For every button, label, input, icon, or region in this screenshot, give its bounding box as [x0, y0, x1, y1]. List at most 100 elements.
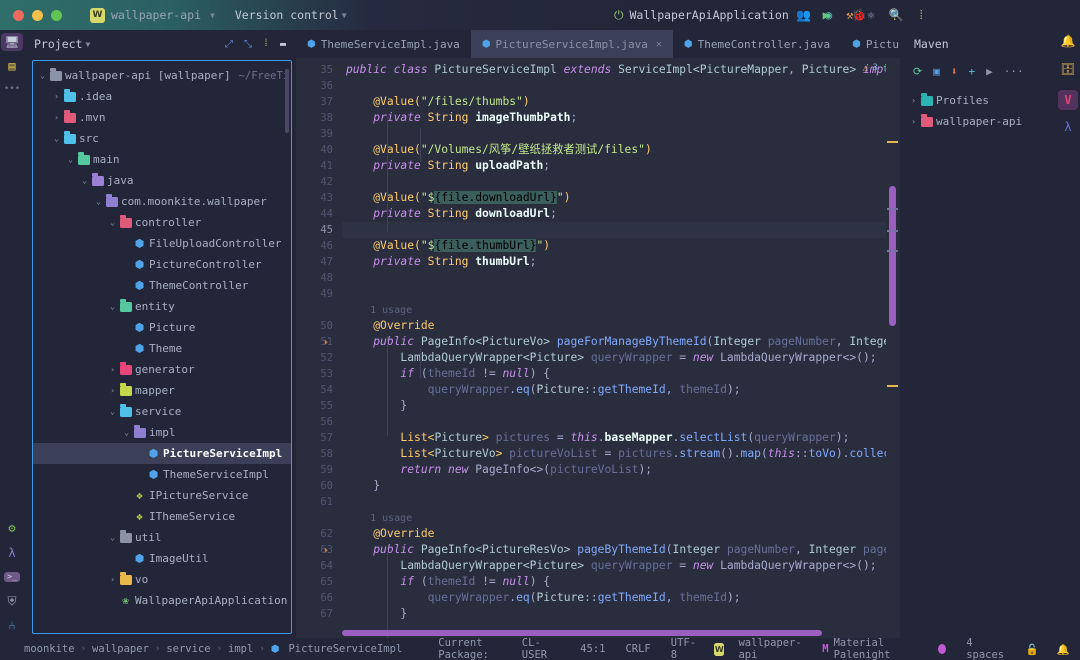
tree-item-impl[interactable]: ⌄ impl — [33, 422, 291, 443]
chevron-right-icon[interactable]: › — [908, 117, 919, 126]
breadcrumb-item[interactable]: impl — [228, 643, 253, 655]
plugins-icon[interactable]: ⚛ — [867, 8, 874, 22]
tree-item-entity[interactable]: ⌄ entity — [33, 296, 291, 317]
reload-icon[interactable]: ⟳ — [913, 65, 922, 78]
more-icon[interactable]: ··· — [1004, 65, 1024, 78]
horizontal-scrollbar[interactable] — [342, 630, 822, 636]
hide-panel-icon[interactable]: ▬ — [280, 39, 286, 50]
maven-tree-item-profiles[interactable]: › Profiles — [900, 90, 1056, 111]
chevron-down-icon[interactable]: ⌄ — [107, 302, 118, 311]
database-icon[interactable]: 🗄 — [1060, 62, 1075, 76]
tree-item-pictureserviceimpl[interactable]: ⬢ PictureServiceImpl — [33, 443, 291, 464]
project-selector[interactable]: W wallpaper-api ▼ — [90, 7, 215, 23]
updates-icon[interactable]: ◉ — [825, 8, 832, 22]
breadcrumb-item[interactable]: moonkite — [24, 643, 75, 655]
code-text-wrapper[interactable]: public class PictureServiceImpl extends … — [342, 58, 900, 638]
run-gutter-icon[interactable]: ⏵ — [324, 543, 328, 559]
notifications-icon[interactable]: 🔔 — [1057, 643, 1070, 656]
run-configuration-selector[interactable]: WallpaperApiApplication — [630, 8, 789, 22]
tree-item-src[interactable]: ⌄ src — [33, 128, 291, 149]
git-branch-icon[interactable]: ⑃ — [8, 620, 15, 632]
tree-item-wallpaper-api-wallpaper[interactable]: ⌄ wallpaper-api [wallpaper] ~/FreeTi — [33, 65, 291, 86]
run-gutter-icon[interactable]: ⏵ — [324, 335, 328, 351]
build-icon[interactable]: ⛨ — [7, 595, 16, 607]
tree-item-generator[interactable]: › generator — [33, 359, 291, 380]
line-separator-selector[interactable]: CRLF — [625, 643, 650, 655]
tree-item-themecontroller[interactable]: ⬢ ThemeController — [33, 275, 291, 296]
run-goal-icon[interactable]: ▶ — [986, 65, 993, 78]
maximize-window-button[interactable] — [51, 9, 62, 21]
chevron-down-icon[interactable]: ⌄ — [51, 134, 62, 143]
maven-tree[interactable]: › Profiles › wallpaper-api — [900, 84, 1056, 132]
scrollbar-thumb[interactable] — [889, 186, 896, 326]
add-icon[interactable]: + — [968, 65, 975, 78]
chevron-down-icon[interactable]: ⌄ — [107, 533, 118, 542]
lambda-icon[interactable]: λ — [1064, 120, 1071, 134]
breadcrumb-item[interactable]: wallpaper — [92, 643, 149, 655]
tree-item-ipictureservice[interactable]: ❖ IPictureService — [33, 485, 291, 506]
breadcrumb-item[interactable]: service — [166, 643, 210, 655]
download-sources-icon[interactable]: ⬇ — [951, 65, 958, 78]
main-menu-icon[interactable]: ⁞ — [918, 8, 925, 23]
warning-marker[interactable] — [887, 385, 898, 387]
tree-item-idea[interactable]: › .idea — [33, 86, 291, 107]
close-tab-icon[interactable]: ✕ — [656, 39, 662, 50]
project-view-icon[interactable]: 🖥 — [1, 33, 23, 51]
add-maven-project-icon[interactable]: ▣ — [933, 65, 940, 78]
tree-item-controller[interactable]: ⌄ controller — [33, 212, 291, 233]
chevron-down-icon[interactable]: ⌄ — [37, 71, 48, 80]
inspection-scrollbar[interactable] — [886, 58, 900, 638]
chevron-down-icon[interactable]: ⌄ — [65, 155, 76, 164]
project-file-tree[interactable]: ⌄ wallpaper-api [wallpaper] ~/FreeTi › .idea… — [32, 60, 292, 634]
breadcrumb[interactable]: moonkite › wallpaper › service › impl › ⬢ Picture… — [0, 643, 402, 655]
tree-item-picture[interactable]: ⬢ Picture — [33, 317, 291, 338]
tree-item-ithemeservice[interactable]: ❖ IThemeService — [33, 506, 291, 527]
settings-icon[interactable]: ⚙ — [8, 522, 15, 534]
editor-tab-pictureserviceimpl[interactable]: ⬢ PictureServiceImpl.java ✕ — [470, 30, 673, 58]
encoding-selector[interactable]: UTF-8 — [671, 637, 696, 660]
more-tool-windows-icon[interactable]: ••• — [4, 85, 20, 94]
chevron-down-icon[interactable]: ⌄ — [93, 197, 104, 206]
notifications-icon[interactable]: 🔔 — [1061, 34, 1076, 48]
breadcrumb-item[interactable]: PictureServiceImpl — [288, 643, 402, 655]
chevron-down-icon[interactable]: ⌄ — [79, 176, 90, 185]
minimize-window-button[interactable] — [32, 9, 43, 21]
maven-tree-item-wallpaper-api[interactable]: › wallpaper-api — [900, 111, 1056, 132]
close-window-button[interactable] — [13, 9, 24, 21]
panel-options-icon[interactable]: ⁞ — [263, 38, 269, 50]
tree-item-util[interactable]: ⌄ util — [33, 527, 291, 548]
code-editor[interactable]: 35 36 37 38 39 40 41 42 43 44 45 46 47 48 49 50 51 ⏵ 52 53 5… — [296, 58, 900, 638]
vue-icon[interactable]: V — [1058, 90, 1078, 110]
tools-icon[interactable]: ⚒ — [846, 8, 853, 22]
tree-item-fileuploadcontroller[interactable]: ⬢ FileUploadController — [33, 233, 291, 254]
code-content[interactable]: public class PictureServiceImpl extends … — [342, 58, 900, 622]
status-dot-icon[interactable] — [938, 644, 947, 654]
tree-item-themeserviceimpl[interactable]: ⬢ ThemeServiceImpl — [33, 464, 291, 485]
tree-item-mapper[interactable]: › mapper — [33, 380, 291, 401]
tree-item-picturecontroller[interactable]: ⬢ PictureController — [33, 254, 291, 275]
project-scrollbar[interactable] — [285, 69, 289, 133]
git-branch-widget[interactable]: W wallpaper-api — [714, 637, 804, 660]
lambda-icon[interactable]: λ — [8, 547, 15, 559]
chevron-down-icon[interactable]: ⌄ — [107, 407, 118, 416]
chevron-right-icon[interactable]: › — [107, 365, 118, 374]
version-control-menu[interactable]: Version control ▼ — [235, 8, 347, 22]
window-controls[interactable] — [13, 9, 62, 21]
chevron-down-icon[interactable]: ▼ — [85, 40, 90, 49]
chevron-down-icon[interactable]: ⌄ — [121, 428, 132, 437]
tree-item-wallpaperapiapplication[interactable]: ❀ WallpaperApiApplication — [33, 590, 291, 611]
chevron-right-icon[interactable]: › — [908, 96, 919, 105]
tree-item-mvn[interactable]: › .mvn — [33, 107, 291, 128]
terminal-icon[interactable]: >_ — [4, 572, 20, 582]
tree-item-service[interactable]: ⌄ service — [33, 401, 291, 422]
chevron-down-icon[interactable]: ⌄ — [107, 218, 118, 227]
line-number-gutter[interactable]: 35 36 37 38 39 40 41 42 43 44 45 46 47 48 49 50 51 ⏵ 52 53 5… — [296, 58, 342, 638]
tree-item-vo[interactable]: › vo — [33, 569, 291, 590]
expand-all-icon[interactable]: ⤢ — [225, 39, 233, 50]
tree-item-imageutil[interactable]: ⬢ ImageUtil — [33, 548, 291, 569]
caret-position[interactable]: 45:1 — [580, 643, 605, 655]
tree-item-com-moonkite-wallpaper[interactable]: ⌄ com.moonkite.wallpaper — [33, 191, 291, 212]
chevron-right-icon[interactable]: › — [51, 92, 62, 101]
tree-item-java[interactable]: ⌄ java — [33, 170, 291, 191]
editor-tab-themeserviceimpl[interactable]: ⬢ ThemeServiceImpl.java — [296, 30, 471, 58]
